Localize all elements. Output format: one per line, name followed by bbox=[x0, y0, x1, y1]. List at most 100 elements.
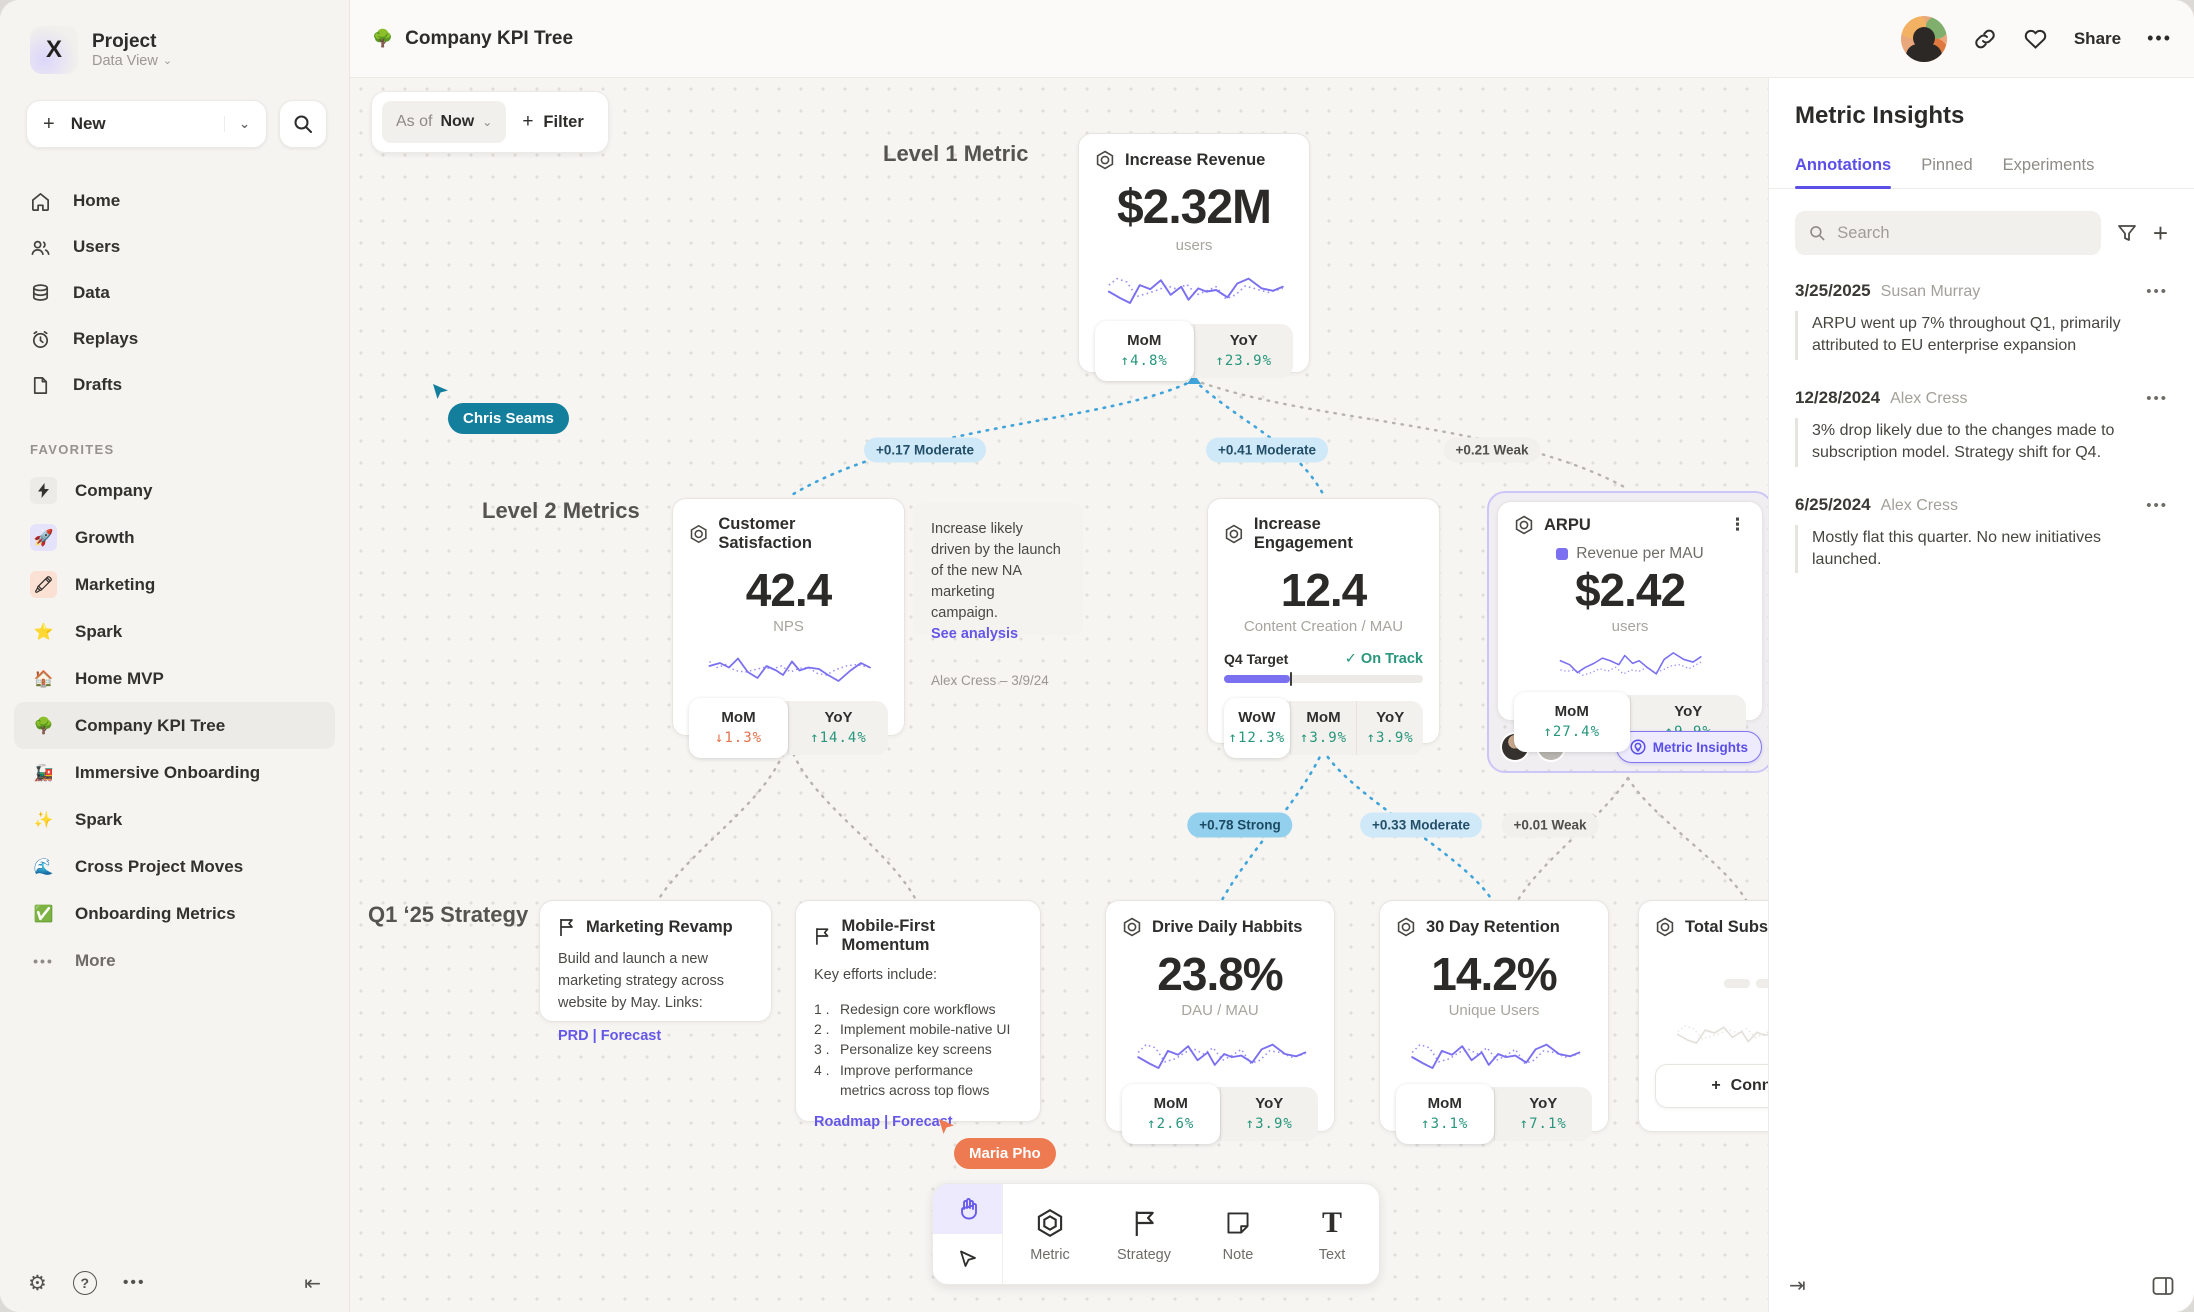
annotation-menu-icon[interactable]: ••• bbox=[2146, 390, 2168, 407]
help-icon[interactable]: ? bbox=[73, 1271, 97, 1295]
user-avatar[interactable] bbox=[1901, 16, 1947, 62]
document-title: Company KPI Tree bbox=[405, 28, 573, 50]
sidebar-item-company[interactable]: Company bbox=[14, 467, 335, 514]
collaborator-cursor-chris: Chris Seams bbox=[432, 383, 569, 434]
sidebar-item-label: Home bbox=[73, 191, 120, 211]
topbar-more-icon[interactable]: ••• bbox=[2147, 28, 2172, 49]
metric-hexagon-icon bbox=[1095, 150, 1115, 170]
sidebar-item-growth[interactable]: 🚀 Growth bbox=[14, 514, 335, 561]
tool-label: Strategy bbox=[1117, 1247, 1171, 1263]
tab-experiments[interactable]: Experiments bbox=[2003, 156, 2095, 188]
sidebar-item-cross-project-moves[interactable]: 🌊 Cross Project Moves bbox=[14, 843, 335, 890]
strategy-card-mobile-first[interactable]: Mobile-First Momentum Key efforts includ… bbox=[795, 900, 1041, 1122]
stat-mom[interactable]: MoM↑3.1% bbox=[1396, 1084, 1494, 1144]
toggle-panel-icon[interactable] bbox=[2152, 1276, 2174, 1296]
collapse-sidebar-icon[interactable]: ⇤ bbox=[304, 1271, 321, 1296]
see-analysis-link[interactable]: See analysis bbox=[931, 624, 1065, 645]
cursor-tool-icon bbox=[958, 1249, 978, 1269]
stat-wow[interactable]: WoW↑12.3% bbox=[1224, 698, 1290, 758]
metric-card-drive-daily-habbits[interactable]: Drive Daily Habbits 23.8% DAU / MAU MoM↑… bbox=[1105, 900, 1335, 1132]
annotation-item[interactable]: 3/25/2025 Susan Murray ••• ARPU went up … bbox=[1769, 263, 2194, 360]
strategy-card-marketing-revamp[interactable]: Marketing Revamp Build and launch a new … bbox=[539, 900, 772, 1022]
metric-insights-panel: Metric Insights Annotations Pinned Exper… bbox=[1768, 78, 2194, 1312]
doc-tree-icon: 🌳 bbox=[372, 29, 393, 49]
select-tool-button[interactable] bbox=[933, 1234, 1002, 1284]
stat-yoy[interactable]: YoY↑14.4% bbox=[788, 701, 888, 755]
settings-gear-icon[interactable]: ⚙ bbox=[28, 1271, 47, 1296]
kpi-tree-canvas[interactable]: As of Now ⌄ + Filter Level 1 Metric Leve… bbox=[350, 78, 1768, 1312]
text-tool-button[interactable]: T Text bbox=[1285, 1184, 1379, 1284]
card-menu-icon[interactable]: ⋮ bbox=[1729, 515, 1746, 535]
metric-card-arpu[interactable]: ARPU ⋮ Revenue per MAU $2.42 users MoM↑2… bbox=[1497, 501, 1763, 721]
copy-link-icon[interactable] bbox=[1973, 27, 1997, 51]
metric-card-increase-revenue[interactable]: Increase Revenue $2.32M users MoM↑4.8% Y… bbox=[1078, 133, 1310, 373]
share-button[interactable]: Share bbox=[2074, 29, 2121, 49]
project-switcher[interactable]: X Project Data View⌄ bbox=[0, 0, 349, 74]
metric-card-total-subscriptions[interactable]: Total Subscriptions +Connect bbox=[1638, 900, 1768, 1132]
sidebar-item-users[interactable]: Users bbox=[0, 224, 349, 270]
sidebar-item-replays[interactable]: Replays bbox=[0, 316, 349, 362]
metric-hexagon-icon bbox=[689, 524, 708, 544]
sidebar-item-spark-2[interactable]: ✨ Spark bbox=[14, 796, 335, 843]
tab-annotations[interactable]: Annotations bbox=[1795, 156, 1891, 188]
metric-hexagon-icon bbox=[1396, 917, 1416, 937]
annotation-menu-icon[interactable]: ••• bbox=[2146, 497, 2168, 514]
stat-mom[interactable]: MoM↑4.8% bbox=[1095, 321, 1194, 381]
annotation-search[interactable] bbox=[1795, 211, 2101, 255]
stat-mom[interactable]: MoM↑27.4% bbox=[1514, 692, 1630, 752]
sidebar-item-onboarding-metrics[interactable]: ✅ Onboarding Metrics bbox=[14, 890, 335, 937]
more-options-icon[interactable]: ••• bbox=[123, 1274, 146, 1292]
sidebar-item-data[interactable]: Data bbox=[0, 270, 349, 316]
canvas-filter-bar: As of Now ⌄ + Filter bbox=[371, 91, 609, 153]
tab-pinned[interactable]: Pinned bbox=[1921, 156, 1972, 188]
hand-tool-button[interactable] bbox=[933, 1184, 1002, 1234]
metric-tool-button[interactable]: Metric bbox=[1003, 1184, 1097, 1284]
filter-funnel-icon[interactable] bbox=[2117, 223, 2137, 243]
strategy-links[interactable]: PRD | Forecast bbox=[558, 1028, 753, 1044]
chevron-down-icon[interactable]: ⌄ bbox=[224, 116, 250, 132]
project-view-label: Data View bbox=[92, 53, 158, 69]
strategy-tool-button[interactable]: Strategy bbox=[1097, 1184, 1191, 1284]
stat-mom[interactable]: MoM↑2.6% bbox=[1122, 1084, 1220, 1144]
stat-yoy[interactable]: YoY↑3.9% bbox=[1356, 701, 1423, 755]
connect-button[interactable]: +Connect bbox=[1655, 1064, 1768, 1108]
note-tool-button[interactable]: Note bbox=[1191, 1184, 1285, 1284]
stat-mom[interactable]: MoM↑3.9% bbox=[1290, 701, 1357, 755]
sidebar-item-drafts[interactable]: Drafts bbox=[0, 362, 349, 408]
new-button[interactable]: + New ⌄ bbox=[26, 100, 267, 148]
ellipsis-icon: ••• bbox=[30, 947, 57, 974]
add-annotation-icon[interactable]: + bbox=[2153, 220, 2168, 246]
as-of-selector[interactable]: As of Now ⌄ bbox=[382, 101, 506, 143]
sidebar-item-home-mvp[interactable]: 🏠 Home MVP bbox=[14, 655, 335, 702]
note-card[interactable]: Increase likely driven by the launch of … bbox=[913, 503, 1083, 635]
stat-yoy[interactable]: YoY↑23.9% bbox=[1194, 324, 1294, 378]
stat-yoy[interactable]: YoY↑3.9% bbox=[1220, 1087, 1319, 1141]
favorite-heart-icon[interactable] bbox=[2023, 27, 2048, 50]
metric-card-increase-engagement[interactable]: Increase Engagement 12.4 Content Creatio… bbox=[1207, 498, 1440, 744]
annotation-item[interactable]: 6/25/2024 Alex Cress ••• Mostly flat thi… bbox=[1769, 467, 2194, 574]
sidebar-item-home[interactable]: Home bbox=[0, 178, 349, 224]
metric-card-customer-satisfaction[interactable]: Customer Satisfaction 42.4 NPS MoM↓1.3% … bbox=[672, 498, 905, 736]
annotation-text: 3% drop likely due to the changes made t… bbox=[1795, 418, 2168, 467]
sidebar-search-button[interactable] bbox=[279, 100, 327, 148]
metric-card-30-day-retention[interactable]: 30 Day Retention 14.2% Unique Users MoM↑… bbox=[1379, 900, 1609, 1132]
annotation-text: Mostly flat this quarter. No new initiat… bbox=[1795, 525, 2168, 574]
metric-insights-button[interactable]: Metric Insights bbox=[1616, 731, 1762, 763]
sidebar-item-more[interactable]: ••• More bbox=[14, 937, 335, 984]
sidebar-item-spark[interactable]: ⭐ Spark bbox=[14, 608, 335, 655]
stat-yoy[interactable]: YoY↑7.1% bbox=[1494, 1087, 1593, 1141]
annotation-menu-icon[interactable]: ••• bbox=[2146, 283, 2168, 300]
search-input[interactable] bbox=[1835, 223, 2087, 244]
sidebar-item-marketing[interactable]: 🖍 Marketing bbox=[14, 561, 335, 608]
stat-mom[interactable]: MoM↓1.3% bbox=[689, 698, 788, 758]
sidebar-item-company-kpi-tree[interactable]: 🌳 Company KPI Tree bbox=[14, 702, 335, 749]
sidebar-item-immersive-onboarding[interactable]: 🚂 Immersive Onboarding bbox=[14, 749, 335, 796]
drafts-icon bbox=[30, 375, 51, 396]
card-title: ARPU bbox=[1544, 516, 1591, 535]
metric-hexagon-icon bbox=[1122, 917, 1142, 937]
annotation-item[interactable]: 12/28/2024 Alex Cress ••• 3% drop likely… bbox=[1769, 360, 2194, 467]
metric-hexagon-icon bbox=[1224, 524, 1244, 544]
add-filter-button[interactable]: + Filter bbox=[516, 111, 589, 133]
lightbulb-icon bbox=[1630, 739, 1646, 755]
collapse-panel-icon[interactable]: ⇥ bbox=[1789, 1273, 1806, 1298]
